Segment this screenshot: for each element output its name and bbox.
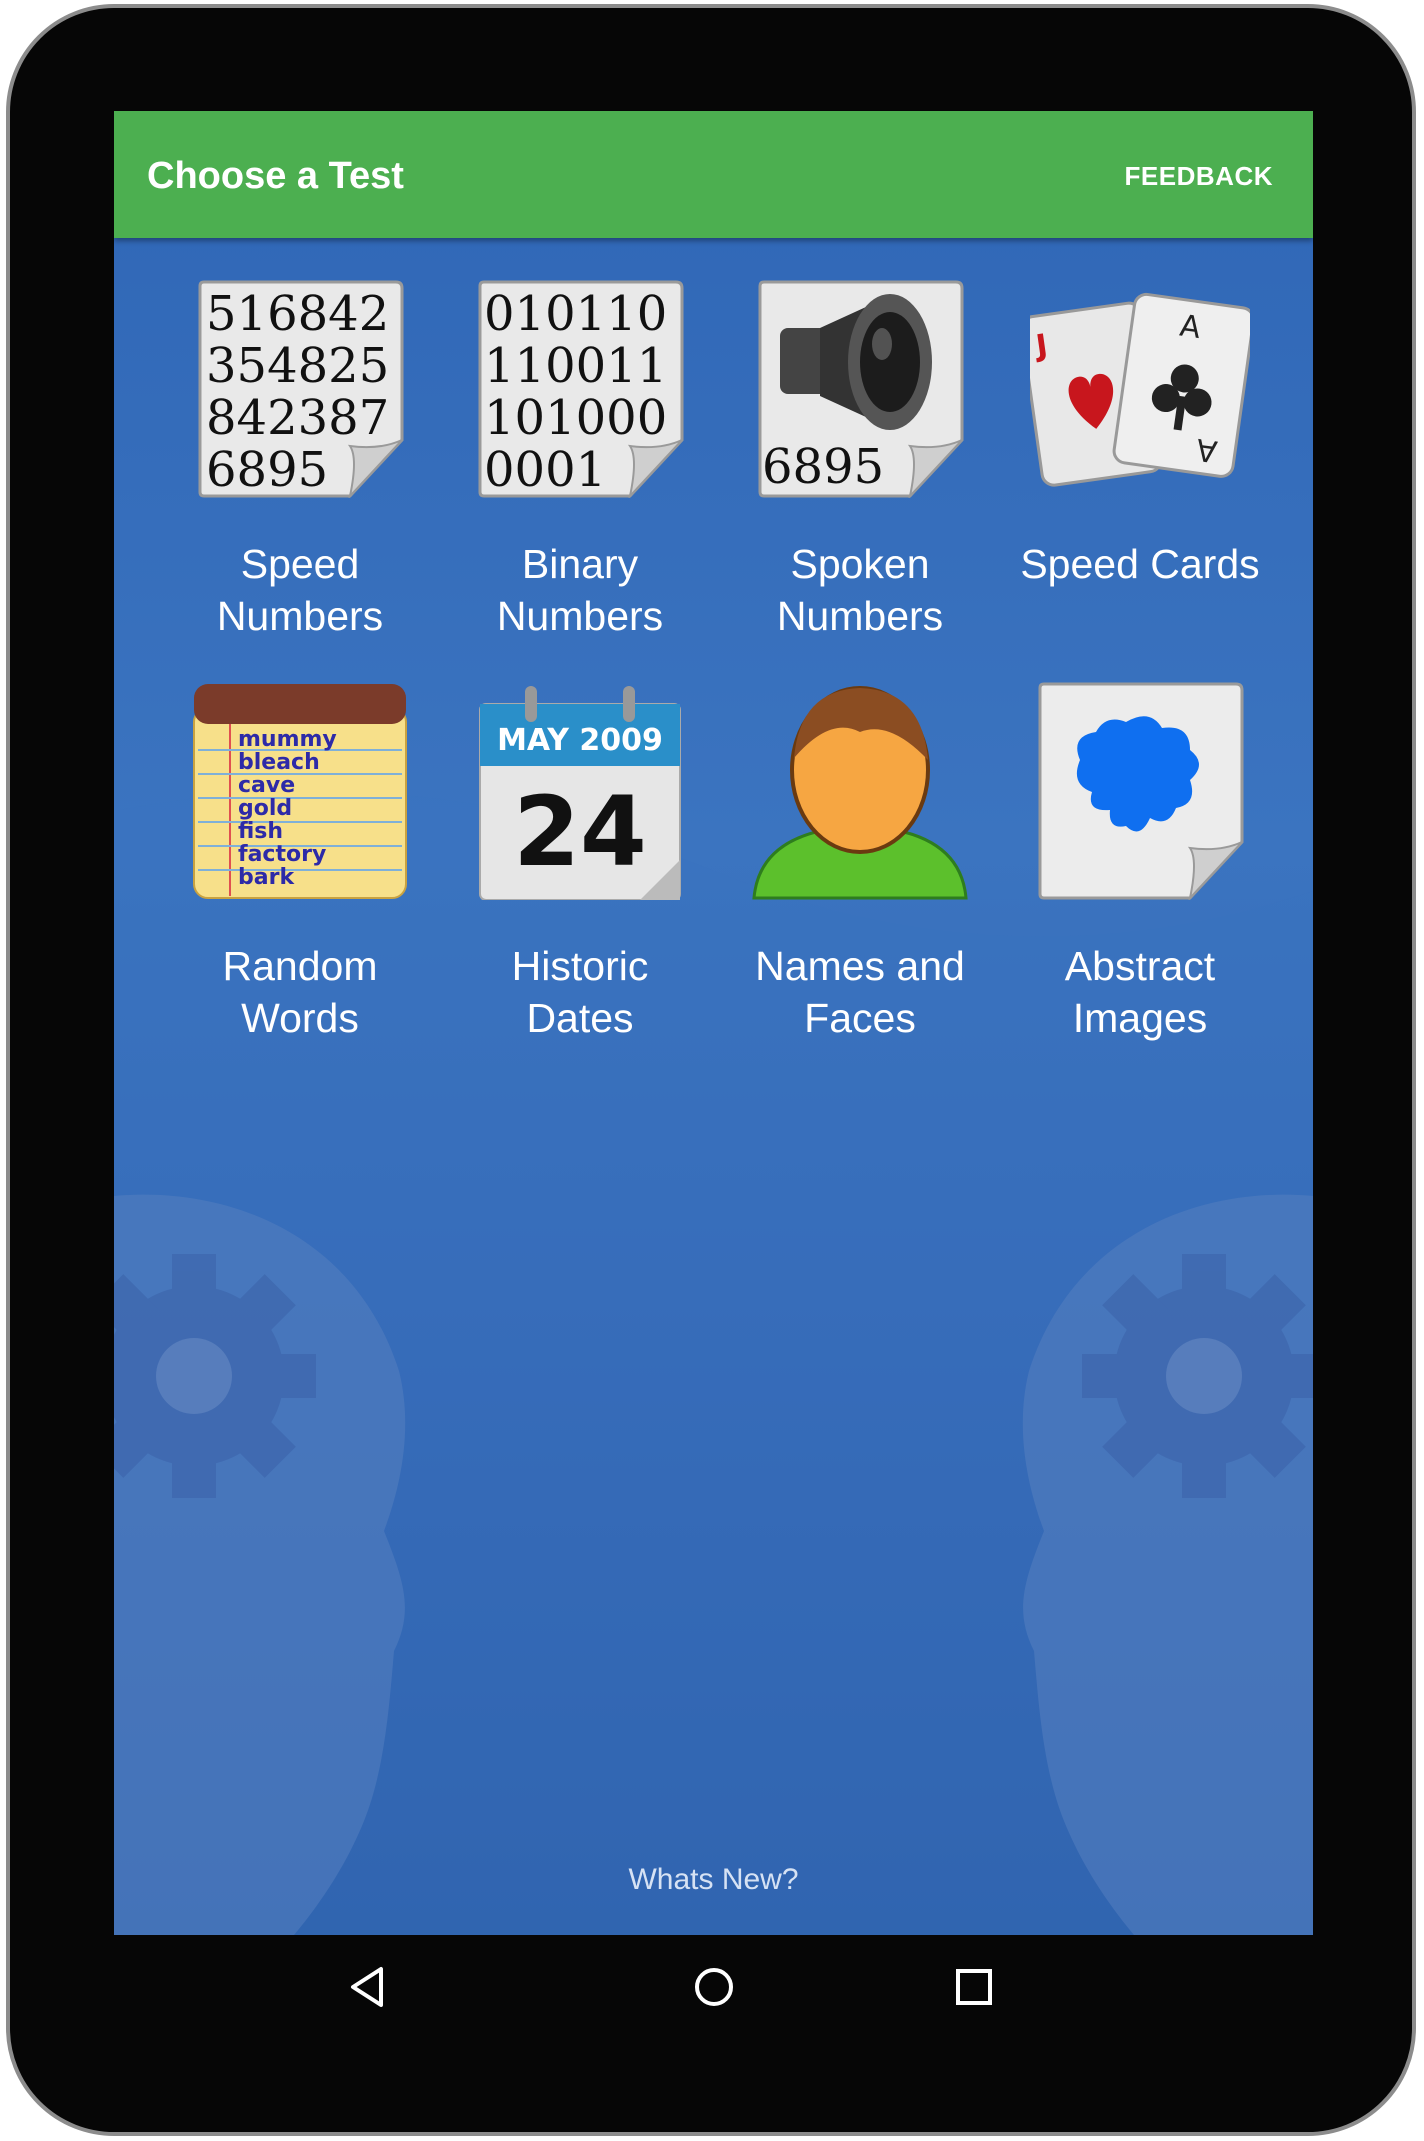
speaker-page-icon: 6895 xyxy=(758,280,964,498)
svg-text:24: 24 xyxy=(513,776,647,888)
tile-label: Speed Numbers xyxy=(216,541,384,639)
tile-label: Historic Dates xyxy=(511,943,649,1041)
whats-new-link[interactable]: Whats New? xyxy=(114,1863,1313,1897)
page-title: Choose a Test xyxy=(147,155,404,197)
test-tile-abstract-images[interactable]: Abstract Images xyxy=(1005,640,1275,1041)
test-tile-speed-cards[interactable]: J A A Speed Cards xyxy=(1005,238,1275,618)
app-bar: Choose a Test FEEDBACK xyxy=(114,111,1313,238)
test-tile-random-words[interactable]: mummy bleach cave gold fish factory bark… xyxy=(165,640,435,1041)
svg-text:010110: 010110 xyxy=(484,286,667,342)
abstract-blob-icon xyxy=(1038,682,1244,900)
digits-page-icon: 516842 354825 842387 6895 xyxy=(198,280,404,498)
home-icon[interactable] xyxy=(684,1957,744,2017)
svg-text:842387: 842387 xyxy=(206,390,389,446)
recents-icon[interactable] xyxy=(944,1957,1004,2017)
tile-label: Spoken Numbers xyxy=(776,541,944,639)
tile-label: Binary Numbers xyxy=(496,541,664,639)
person-icon xyxy=(752,686,968,900)
app-screen: Choose a Test FEEDBACK 516842 354825 842… xyxy=(114,111,1313,1935)
system-nav-bar xyxy=(114,1935,1313,2045)
svg-text:0001: 0001 xyxy=(484,442,606,498)
tile-label: Abstract Images xyxy=(1064,943,1216,1041)
calendar-icon: MAY 2009 24 xyxy=(479,686,681,900)
feedback-button[interactable]: FEEDBACK xyxy=(1125,161,1273,192)
svg-text:354825: 354825 xyxy=(206,338,389,394)
svg-text:516842: 516842 xyxy=(206,286,389,342)
svg-text:fish: fish xyxy=(238,819,283,844)
tile-label: Speed Cards xyxy=(1020,541,1260,587)
test-tile-spoken-numbers[interactable]: 6895 Spoken Numbers xyxy=(725,238,995,639)
svg-text:6895: 6895 xyxy=(206,442,328,498)
binary-page-icon: 010110 110011 101000 0001 xyxy=(478,280,684,498)
svg-text:MAY 2009: MAY 2009 xyxy=(497,723,663,758)
svg-text:cave: cave xyxy=(238,773,295,798)
test-tile-speed-numbers[interactable]: 516842 354825 842387 6895 Speed Numbers xyxy=(165,238,435,639)
back-icon[interactable] xyxy=(339,1957,399,2017)
playing-cards-icon: J A A xyxy=(1030,292,1250,487)
svg-text:gold: gold xyxy=(238,796,292,821)
svg-text:bleach: bleach xyxy=(238,750,320,775)
test-tile-historic-dates[interactable]: MAY 2009 24 Historic Dates xyxy=(445,640,715,1041)
notepad-words-icon: mummy bleach cave gold fish factory bark xyxy=(193,684,407,899)
test-tile-binary-numbers[interactable]: 010110 110011 101000 0001 Binary Numbers xyxy=(445,238,715,639)
svg-text:110011: 110011 xyxy=(484,338,667,394)
svg-text:factory: factory xyxy=(238,842,326,867)
svg-text:mummy: mummy xyxy=(238,727,337,752)
svg-text:6895: 6895 xyxy=(762,439,884,495)
test-tile-names-and-faces[interactable]: Names and Faces xyxy=(725,640,995,1041)
tile-label: Random Words xyxy=(222,943,378,1041)
svg-text:bark: bark xyxy=(238,865,295,890)
svg-text:101000: 101000 xyxy=(484,390,667,446)
tile-label: Names and Faces xyxy=(755,943,965,1041)
